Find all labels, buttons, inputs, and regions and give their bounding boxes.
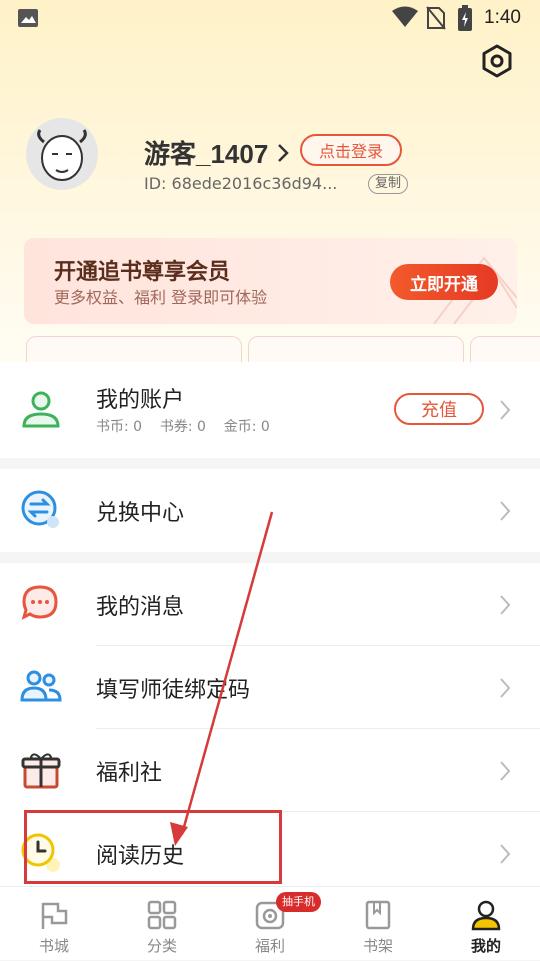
tab-bookshelf[interactable]: 书架 [324,887,432,961]
tab-category[interactable]: 分类 [108,887,216,961]
exchange-center-label: 兑换中心 [96,500,185,526]
image-notification-icon [18,9,38,27]
tab-label: 书城 [38,937,69,955]
bottom-tab-bar: 书城 分类 福利 书架 我的 [0,886,540,960]
tab-label: 我的 [470,937,501,955]
no-sim-icon [426,6,446,30]
vip-title: 开通追书尊享会员 [54,260,231,285]
battery-charging-icon [458,5,472,31]
copy-id-button[interactable]: 复制 [368,174,409,194]
chevron-right-icon [500,761,511,781]
chevron-right-icon [500,595,511,615]
exchange-center-row[interactable]: 兑换中心 [0,469,540,552]
tab-label: 分类 [146,937,177,955]
vip-subtitle: 更多权益、福利 登录即可体验 [54,288,268,307]
recharge-button[interactable]: 充值 [394,393,484,425]
welfare-club-row[interactable]: 福利社 [0,729,540,812]
welfare-club-label: 福利社 [96,760,163,786]
mentor-code-row[interactable]: 填写师徒绑定码 [0,646,540,729]
chevron-right-icon [500,678,511,698]
message-icon [21,585,58,620]
status-time: 1:40 [484,7,521,28]
welfare-badge: 抽手机 [276,892,321,912]
chevron-right-icon [500,501,511,521]
person-icon [471,900,501,931]
settings-icon[interactable] [480,44,514,78]
open-vip-button[interactable]: 立即开通 [390,264,498,300]
tab-bookstore[interactable]: 书城 [0,887,108,961]
tab-label: 书架 [362,937,393,955]
chevron-right-icon[interactable] [276,142,290,164]
wifi-icon [392,6,418,27]
flag-icon [41,902,68,929]
chevron-right-icon [500,400,511,420]
tab-mine[interactable]: 我的 [432,887,540,961]
balance-text: 书币: 0 书券: 0 金币: 0 [96,419,270,435]
exchange-icon [21,490,59,528]
goat-avatar-icon [26,118,98,190]
book-icon [365,900,391,930]
my-account-label: 我的账户 [96,388,185,413]
grid-icon [147,900,177,930]
reading-history-row[interactable]: 阅读历史 [0,812,540,895]
user-icon [22,391,60,428]
tab-label: 福利 [254,937,285,955]
mentor-code-label: 填写师徒绑定码 [96,677,251,703]
clock-icon [21,833,60,872]
vip-banner[interactable]: 开通追书尊享会员 更多权益、福利 登录即可体验 立即开通 [24,238,517,324]
login-button[interactable]: 点击登录 [300,134,402,166]
status-bar: 1:40 [0,0,540,36]
menu-list: 我的消息 填写师徒绑定码 福利社 阅读历史 [0,563,540,886]
exchange-section: 兑换中心 [0,469,540,552]
chevron-right-icon [500,844,511,864]
gift-icon [21,753,61,789]
username[interactable]: 游客_1407 [144,134,268,171]
reading-history-label: 阅读历史 [96,843,185,869]
users-icon [20,670,62,702]
my-messages-label: 我的消息 [96,594,185,620]
user-id: ID: 68ede2016c36d94... [144,174,338,193]
avatar[interactable] [26,118,98,190]
my-messages-row[interactable]: 我的消息 [0,563,540,646]
